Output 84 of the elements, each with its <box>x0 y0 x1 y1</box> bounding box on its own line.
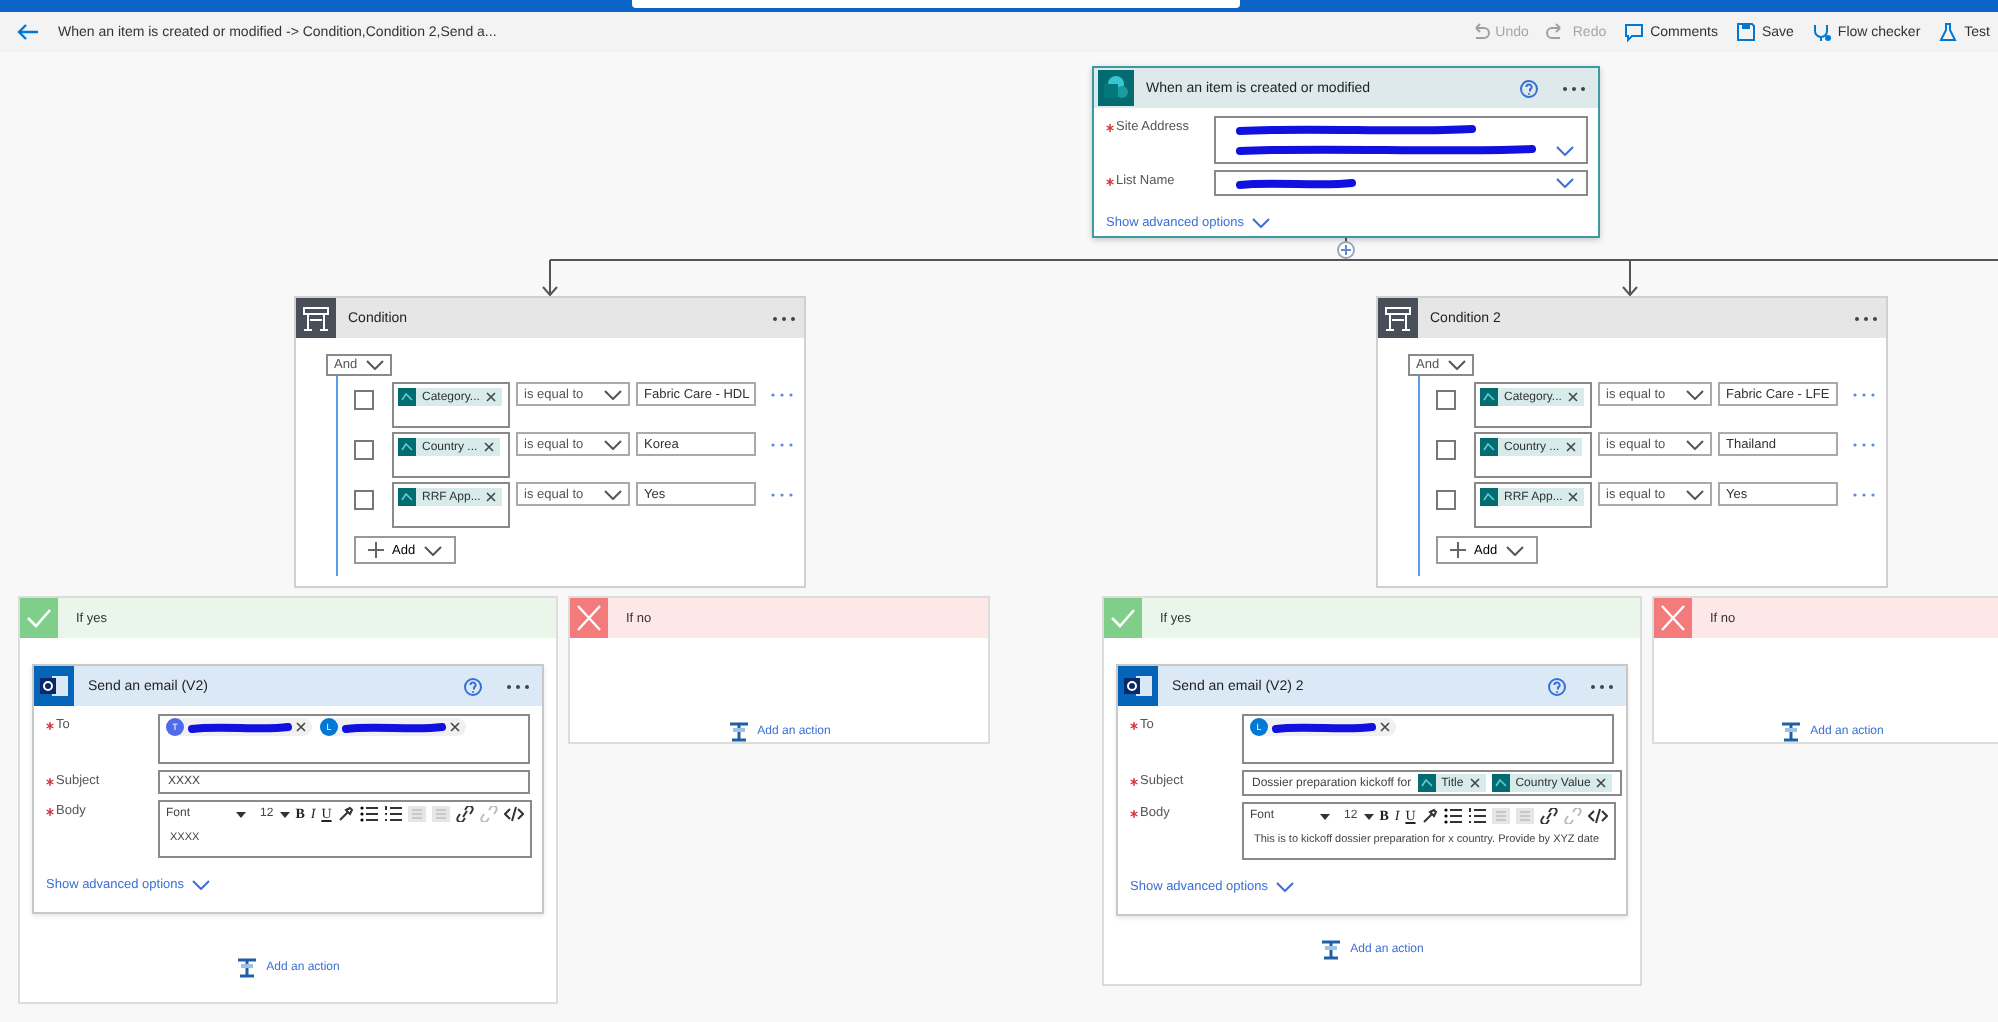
bullet-list-icon[interactable] <box>1443 808 1462 824</box>
remove-icon[interactable] <box>450 722 460 732</box>
checker-icon <box>1811 22 1832 42</box>
add-action-icon <box>727 722 750 742</box>
more-icon[interactable] <box>1590 683 1614 689</box>
chevron-icon <box>604 389 622 399</box>
remove-icon[interactable] <box>483 442 494 452</box>
chevron-icon <box>1276 882 1295 892</box>
chevron-icon <box>1556 178 1574 188</box>
caret-icon <box>1320 813 1330 819</box>
more-icon[interactable] <box>772 315 796 321</box>
comments-icon <box>1624 22 1645 42</box>
link-icon[interactable] <box>455 806 474 822</box>
undo-icon <box>1469 22 1490 42</box>
numbered-list-icon[interactable] <box>383 806 402 822</box>
dropdown-field[interactable] <box>1214 170 1588 196</box>
arrow <box>542 259 558 297</box>
more-icon[interactable] <box>1852 492 1876 498</box>
add-action-icon <box>236 958 259 978</box>
more-icon[interactable] <box>1852 442 1876 448</box>
chevron-icon <box>1686 439 1704 449</box>
chevron-icon <box>1686 389 1704 399</box>
row-checkbox[interactable] <box>354 390 374 410</box>
remove-icon[interactable] <box>1568 492 1579 502</box>
more-icon[interactable] <box>506 683 530 689</box>
more-icon[interactable] <box>1562 85 1586 91</box>
add-action-icon <box>1320 940 1343 960</box>
code-icon[interactable] <box>1587 808 1608 824</box>
caret-icon <box>279 811 290 817</box>
remove-icon[interactable] <box>296 722 306 732</box>
chevron-icon <box>1556 146 1574 156</box>
more-icon[interactable] <box>1852 392 1876 398</box>
test-icon <box>1938 22 1959 42</box>
more-icon[interactable] <box>770 392 794 398</box>
back-button[interactable] <box>16 22 40 42</box>
chevron-icon <box>604 439 622 449</box>
help-icon[interactable] <box>464 677 482 695</box>
caret-icon <box>1363 813 1374 819</box>
row-checkbox[interactable] <box>1436 440 1456 460</box>
redo-icon <box>1546 22 1567 42</box>
caret-icon <box>236 811 246 817</box>
chevron-icon <box>365 360 384 370</box>
remove-icon[interactable] <box>1596 778 1607 788</box>
chevron-icon <box>1447 360 1466 370</box>
plus-icon <box>1450 542 1466 558</box>
help-icon[interactable] <box>1520 79 1538 97</box>
brush-icon[interactable] <box>1421 808 1438 824</box>
more-icon[interactable] <box>770 442 794 448</box>
row-checkbox[interactable] <box>1436 390 1456 410</box>
plus-icon <box>368 542 384 558</box>
chevron-icon <box>192 880 211 890</box>
arrow <box>1622 259 1638 297</box>
redaction-mark <box>1272 721 1376 733</box>
add-action-icon <box>1780 722 1803 742</box>
remove-icon[interactable] <box>1469 778 1480 788</box>
remove-icon[interactable] <box>1567 392 1578 402</box>
brush-icon[interactable] <box>337 806 354 822</box>
chevron-icon <box>604 489 622 499</box>
chevron-icon <box>1686 489 1704 499</box>
remove-icon[interactable] <box>485 392 496 402</box>
chevron-icon <box>1252 218 1271 228</box>
back-icon <box>16 22 40 42</box>
remove-icon[interactable] <box>486 492 497 502</box>
remove-icon[interactable] <box>1565 442 1576 452</box>
remove-icon[interactable] <box>1380 722 1390 732</box>
search-field[interactable] <box>632 0 1240 8</box>
redaction-mark <box>188 721 292 733</box>
chevron-icon <box>423 545 442 555</box>
chevron-icon <box>1505 545 1524 555</box>
bullet-list-icon[interactable] <box>359 806 378 822</box>
redaction-mark <box>1236 177 1356 189</box>
numbered-list-icon[interactable] <box>1467 808 1486 824</box>
row-checkbox[interactable] <box>354 490 374 510</box>
help-icon[interactable] <box>1548 677 1566 695</box>
redaction-mark <box>342 721 446 733</box>
save-icon <box>1735 22 1756 42</box>
more-icon[interactable] <box>1854 315 1878 321</box>
dropdown-field[interactable] <box>1214 116 1588 164</box>
row-checkbox[interactable] <box>354 440 374 460</box>
code-icon[interactable] <box>503 806 524 822</box>
link-icon[interactable] <box>1539 808 1558 824</box>
more-icon[interactable] <box>770 492 794 498</box>
add-step-button[interactable] <box>1337 241 1355 259</box>
row-checkbox[interactable] <box>1436 490 1456 510</box>
